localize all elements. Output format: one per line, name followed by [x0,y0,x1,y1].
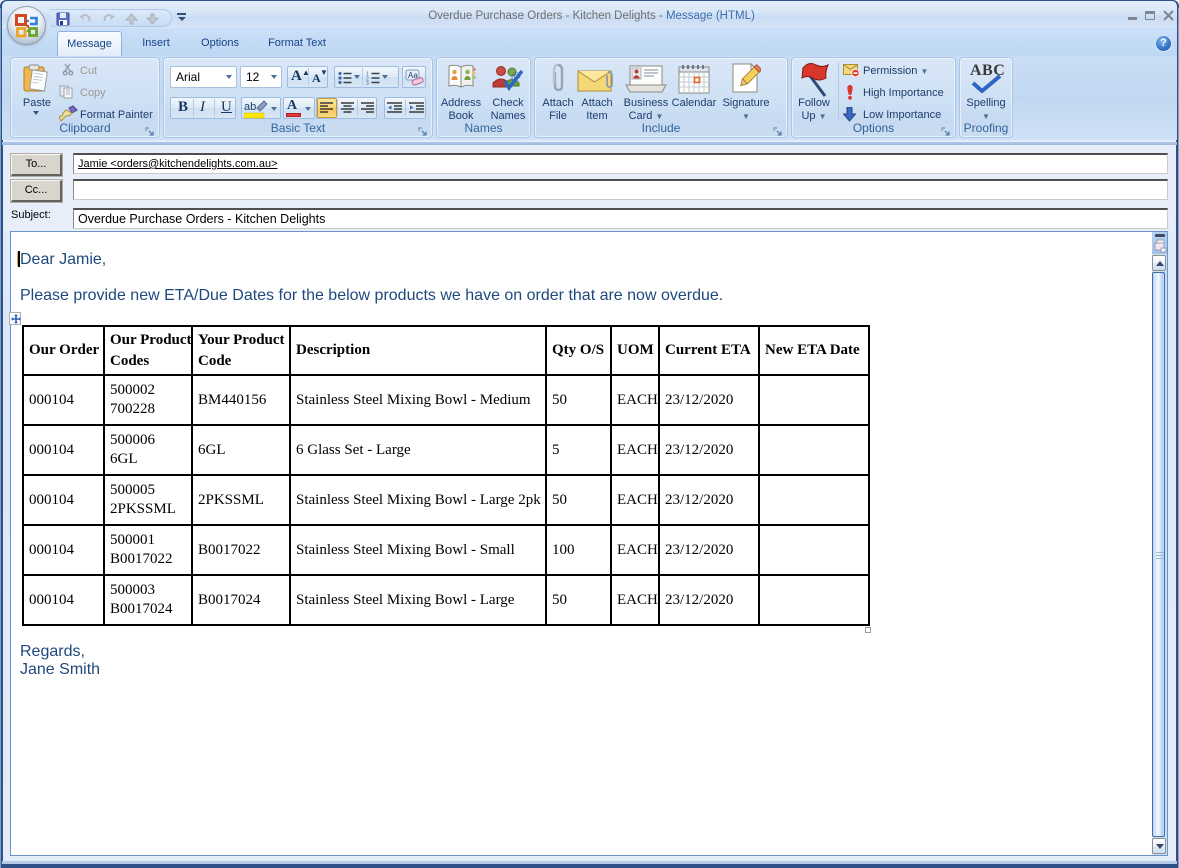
svg-text:3: 3 [366,81,369,85]
svg-text:ab: ab [244,101,256,113]
